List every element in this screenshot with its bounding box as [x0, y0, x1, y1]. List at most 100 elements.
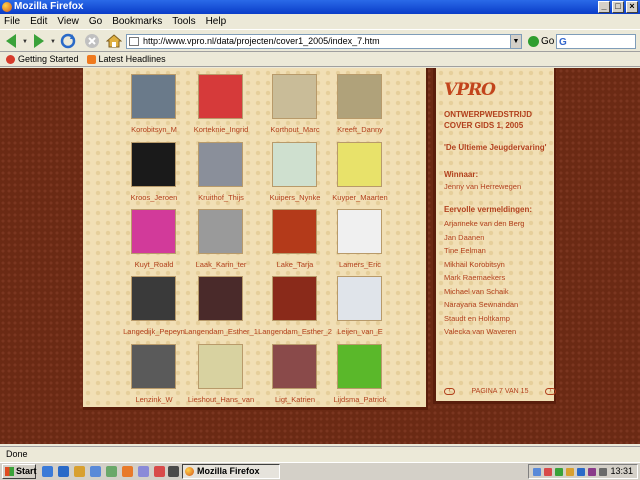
next-page-icon[interactable]: › — [545, 388, 556, 395]
maximize-button[interactable]: □ — [612, 1, 624, 13]
stop-button[interactable] — [84, 33, 102, 49]
vpro-logo[interactable]: VPRO — [444, 80, 496, 100]
thumbnail-image[interactable] — [337, 142, 382, 187]
search-input[interactable]: G — [556, 34, 636, 49]
thumbnail-image[interactable] — [131, 74, 176, 119]
tray-icon-1[interactable] — [533, 468, 541, 476]
contest-title: ONTWERPWEDSTRIJD — [444, 110, 532, 119]
bookmark-latest-headlines[interactable]: Latest Headlines — [86, 54, 166, 64]
thumbnail-label[interactable]: Lamers_Eric — [320, 260, 400, 269]
show-desktop-icon[interactable] — [42, 466, 53, 477]
thumbnail-image[interactable] — [272, 276, 317, 321]
thumbnail-label[interactable]: Korteknie_Ingrid — [181, 125, 261, 134]
quicklaunch-icon-7[interactable] — [138, 466, 149, 477]
thumbnail-image[interactable] — [272, 74, 317, 119]
thumbnail-image[interactable] — [272, 142, 317, 187]
title-bar[interactable]: Mozilla Firefox _ □ × — [0, 0, 640, 14]
thumbnail-label[interactable]: Kruithof_Thijs — [181, 193, 261, 202]
menu-help[interactable]: Help — [206, 14, 227, 29]
tray-icon-5[interactable] — [577, 468, 585, 476]
menu-go[interactable]: Go — [89, 14, 102, 29]
quicklaunch-icon-8[interactable] — [154, 466, 165, 477]
thumbnail-image[interactable] — [131, 209, 176, 254]
rss-feed-icon — [86, 54, 96, 64]
back-arrow-icon — [6, 34, 16, 48]
back-dropdown-icon[interactable]: ▼ — [22, 39, 28, 45]
home-button[interactable] — [105, 33, 124, 49]
minimize-button[interactable]: _ — [598, 1, 610, 13]
thumbnail-label[interactable]: Laak_Karin_ter — [181, 260, 261, 269]
quicklaunch-icon-4[interactable] — [90, 466, 101, 477]
mention-name[interactable]: Narayana Sewnandan — [444, 300, 518, 309]
mention-name[interactable]: Michael van Schaik — [444, 287, 509, 296]
volume-icon[interactable] — [599, 468, 607, 476]
page-indicator: PAGINA 7 VAN 15 — [471, 388, 529, 395]
quicklaunch-icon-9[interactable] — [168, 466, 179, 477]
address-bar[interactable]: http://www.vpro.nl/data/projecten/cover1… — [126, 34, 520, 49]
status-text: Done — [6, 449, 28, 459]
tray-icon-2[interactable] — [544, 468, 552, 476]
system-tray: 13:31 — [528, 464, 638, 479]
taskbar-firefox[interactable]: Mozilla Firefox — [182, 464, 280, 479]
mention-name[interactable]: Staudt en Holtkamp — [444, 314, 510, 323]
thumbnail-label[interactable]: Kreeft_Danny — [320, 125, 400, 134]
window-title: Mozilla Firefox — [14, 1, 84, 12]
menu-bookmarks[interactable]: Bookmarks — [112, 14, 162, 29]
stop-icon — [85, 34, 99, 48]
mention-name[interactable]: Arjanneke van den Berg — [444, 219, 524, 228]
mention-name[interactable]: Tine Eelman — [444, 246, 486, 255]
thumbnail-image[interactable] — [337, 276, 382, 321]
thumbnail-image[interactable] — [198, 344, 243, 389]
bookmarks-toolbar: Getting Started Latest Headlines — [0, 52, 640, 67]
thumbnail-label[interactable]: Kuyper_Maarten — [320, 193, 400, 202]
thumbnail-image[interactable] — [337, 344, 382, 389]
mention-name[interactable]: Mark Raemaekers — [444, 273, 505, 282]
bookmark-getting-started[interactable]: Getting Started — [6, 54, 79, 64]
home-icon — [105, 34, 123, 48]
explorer-icon[interactable] — [74, 466, 85, 477]
mention-name[interactable]: Jan Daanen — [444, 233, 484, 242]
menu-edit[interactable]: Edit — [30, 14, 47, 29]
thumbnail-image[interactable] — [131, 276, 176, 321]
firefox-quicklaunch-icon[interactable] — [122, 466, 133, 477]
thumbnail-label[interactable]: Langendam_Esther_1 — [181, 327, 261, 336]
tray-icon-6[interactable] — [588, 468, 596, 476]
forward-button[interactable] — [30, 33, 48, 49]
thumbnail-image[interactable] — [131, 142, 176, 187]
thumbnail-label[interactable]: Lijdsma_Patrick — [320, 395, 400, 404]
winner-name[interactable]: Jenny van Herrewegen — [444, 182, 521, 191]
info-panel: VPRO ONTWERPWEDSTRIJD COVER GIDS 1, 2005… — [433, 68, 556, 404]
pagination: ‹ PAGINA 7 VAN 15 › — [444, 388, 556, 395]
thumbnail-image[interactable] — [337, 74, 382, 119]
firefox-icon — [2, 2, 12, 12]
menu-file[interactable]: File — [4, 14, 20, 29]
tray-icon-4[interactable] — [566, 468, 574, 476]
start-button[interactable]: Start — [2, 464, 37, 479]
thumbnail-label[interactable]: Lieshout_Hans_van — [181, 395, 261, 404]
forward-dropdown-icon[interactable]: ▼ — [50, 39, 56, 45]
menu-tools[interactable]: Tools — [172, 14, 195, 29]
thumbnail-image[interactable] — [198, 142, 243, 187]
back-button[interactable] — [4, 33, 22, 49]
menu-view[interactable]: View — [57, 14, 79, 29]
thumbnail-image[interactable] — [198, 209, 243, 254]
previous-page-icon[interactable]: ‹ — [444, 388, 455, 395]
go-icon[interactable] — [528, 36, 539, 47]
thumbnail-image[interactable] — [198, 276, 243, 321]
thumbnail-image[interactable] — [198, 74, 243, 119]
address-dropdown-button[interactable]: ▼ — [510, 34, 522, 49]
thumbnail-image[interactable] — [337, 209, 382, 254]
close-button[interactable]: × — [626, 1, 638, 13]
thumbnail-gallery: Korobitsyn_M Korteknie_Ingrid Korthout_Mar… — [83, 68, 428, 410]
thumbnail-image[interactable] — [272, 344, 317, 389]
quicklaunch-icon-5[interactable] — [106, 466, 117, 477]
internet-explorer-icon[interactable] — [58, 466, 69, 477]
reload-button[interactable] — [60, 33, 78, 49]
thumbnail-image[interactable] — [131, 344, 176, 389]
go-button[interactable]: Go — [541, 36, 554, 47]
tray-icon-3[interactable] — [555, 468, 563, 476]
mention-name[interactable]: Valecka van Waveren — [444, 327, 516, 336]
thumbnail-image[interactable] — [272, 209, 317, 254]
mention-name[interactable]: Mikhail Korobitsyn — [444, 260, 505, 269]
thumbnail-label[interactable]: Leijen_van_E — [320, 327, 400, 336]
